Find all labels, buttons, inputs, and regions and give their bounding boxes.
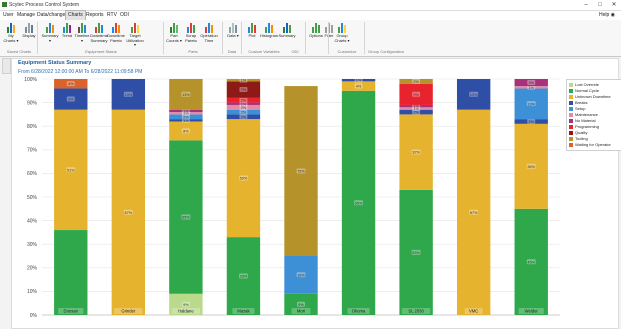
segment-label: 72% bbox=[297, 170, 305, 174]
legend-label: Tooling bbox=[575, 136, 588, 141]
y-tick-label: 50% bbox=[27, 195, 38, 201]
legend-label: Setup bbox=[575, 106, 586, 111]
segment-label: 45% bbox=[527, 260, 535, 264]
legend-item: Waiting for Operator bbox=[569, 142, 621, 148]
segment-label: 3% bbox=[528, 81, 534, 85]
x-category-label: Mori bbox=[297, 308, 305, 313]
segment-label: 1% bbox=[241, 79, 247, 83]
x-category-label: Mazak bbox=[237, 308, 250, 313]
y-tick-label: 30% bbox=[27, 242, 38, 248]
legend-label: Breaks bbox=[575, 100, 588, 105]
segment-label: 1% bbox=[413, 105, 419, 109]
legend-label: Quality bbox=[575, 130, 588, 135]
segment-label: 32% bbox=[412, 151, 420, 155]
legend-label: No Material bbox=[575, 118, 596, 123]
legend-label: Waiting for Operator bbox=[575, 142, 611, 147]
segment-label: 95% bbox=[355, 201, 363, 205]
y-tick-label: 90% bbox=[27, 100, 38, 106]
legend-label: Maintenance bbox=[575, 112, 598, 117]
segment-label: 87% bbox=[470, 211, 478, 215]
y-tick-label: 80% bbox=[27, 124, 38, 130]
legend-label: Lost Override bbox=[575, 82, 600, 87]
segment-label: 87% bbox=[125, 211, 133, 215]
segment-label: 2% bbox=[241, 99, 247, 103]
y-tick-label: 0% bbox=[30, 313, 38, 319]
y-tick-label: 20% bbox=[27, 266, 38, 272]
segment-label: 16% bbox=[297, 273, 305, 277]
segment-label: 1% bbox=[356, 79, 362, 83]
segment-label: 53% bbox=[412, 251, 420, 255]
segment-label: 9% bbox=[68, 98, 74, 102]
segment-label: 65% bbox=[182, 216, 190, 220]
legend-swatch bbox=[569, 112, 573, 117]
legend-label: Normal Cycle bbox=[575, 88, 600, 93]
y-tick-label: 70% bbox=[27, 148, 38, 154]
segment-label: 1% bbox=[183, 109, 189, 113]
segment-label: 2% bbox=[183, 115, 189, 119]
legend-swatch bbox=[569, 106, 573, 111]
segment-label: 50% bbox=[240, 177, 248, 181]
segment-label: 13% bbox=[182, 93, 190, 97]
segment-label: 13% bbox=[527, 102, 535, 106]
segment-label: 1% bbox=[241, 102, 247, 106]
equipment-status-chart: 0% 10% 20% 30% 40% 50% 60% 70% 80% 90% 100% 51% 9% 4%… bbox=[24, 77, 560, 319]
legend-swatch bbox=[569, 136, 573, 141]
segment-label: 13% bbox=[125, 93, 133, 97]
x-category-label: Doosan bbox=[64, 308, 79, 313]
legend-label: Programming bbox=[575, 124, 600, 129]
bar-segment bbox=[54, 230, 88, 315]
segment-label: 4% bbox=[68, 82, 74, 86]
legend-swatch bbox=[569, 118, 573, 123]
legend-swatch bbox=[569, 88, 573, 93]
y-tick-label: 60% bbox=[27, 171, 38, 177]
x-category-label: Okuma bbox=[352, 308, 366, 313]
segment-label: 9% bbox=[298, 303, 304, 307]
chart-legend: Lost Override Normal Cycle Unknown Downtim… bbox=[566, 79, 621, 151]
segment-label: 13% bbox=[470, 93, 478, 97]
x-category-label: SL 2030 bbox=[408, 308, 424, 313]
segment-label: 1% bbox=[183, 119, 189, 123]
segment-label: 2% bbox=[241, 106, 247, 110]
legend-swatch bbox=[569, 82, 573, 87]
segment-label: 2% bbox=[413, 111, 419, 115]
legend-swatch bbox=[569, 130, 573, 135]
segment-label: 9% bbox=[413, 93, 419, 97]
segment-label: 33% bbox=[240, 275, 248, 279]
y-tick-label: 40% bbox=[27, 218, 38, 224]
legend-label: Unknown Downtime bbox=[575, 94, 611, 99]
legend-swatch bbox=[569, 124, 573, 129]
segment-label: 7% bbox=[241, 88, 247, 92]
segment-label: 36% bbox=[527, 165, 535, 169]
legend-swatch bbox=[569, 100, 573, 105]
segment-label: 2% bbox=[241, 111, 247, 115]
x-category-label: VMC bbox=[469, 308, 478, 313]
x-category-label: Haldane bbox=[178, 308, 194, 313]
x-category-label: Grinder bbox=[121, 308, 136, 313]
legend-swatch bbox=[569, 142, 573, 147]
segment-label: 1% bbox=[528, 86, 534, 90]
y-tick-label: 10% bbox=[27, 289, 38, 295]
x-category-label: Welder bbox=[525, 308, 539, 313]
segment-label: 4% bbox=[356, 85, 362, 89]
segment-label: 8% bbox=[183, 129, 189, 133]
segment-label: 51% bbox=[67, 168, 75, 172]
y-tick-label: 100% bbox=[24, 77, 37, 83]
segment-label: 2% bbox=[528, 120, 534, 124]
legend-swatch bbox=[569, 94, 573, 99]
segment-label: 2% bbox=[241, 115, 247, 119]
segment-label: 2% bbox=[413, 80, 419, 84]
segment-label: 9% bbox=[183, 303, 189, 307]
